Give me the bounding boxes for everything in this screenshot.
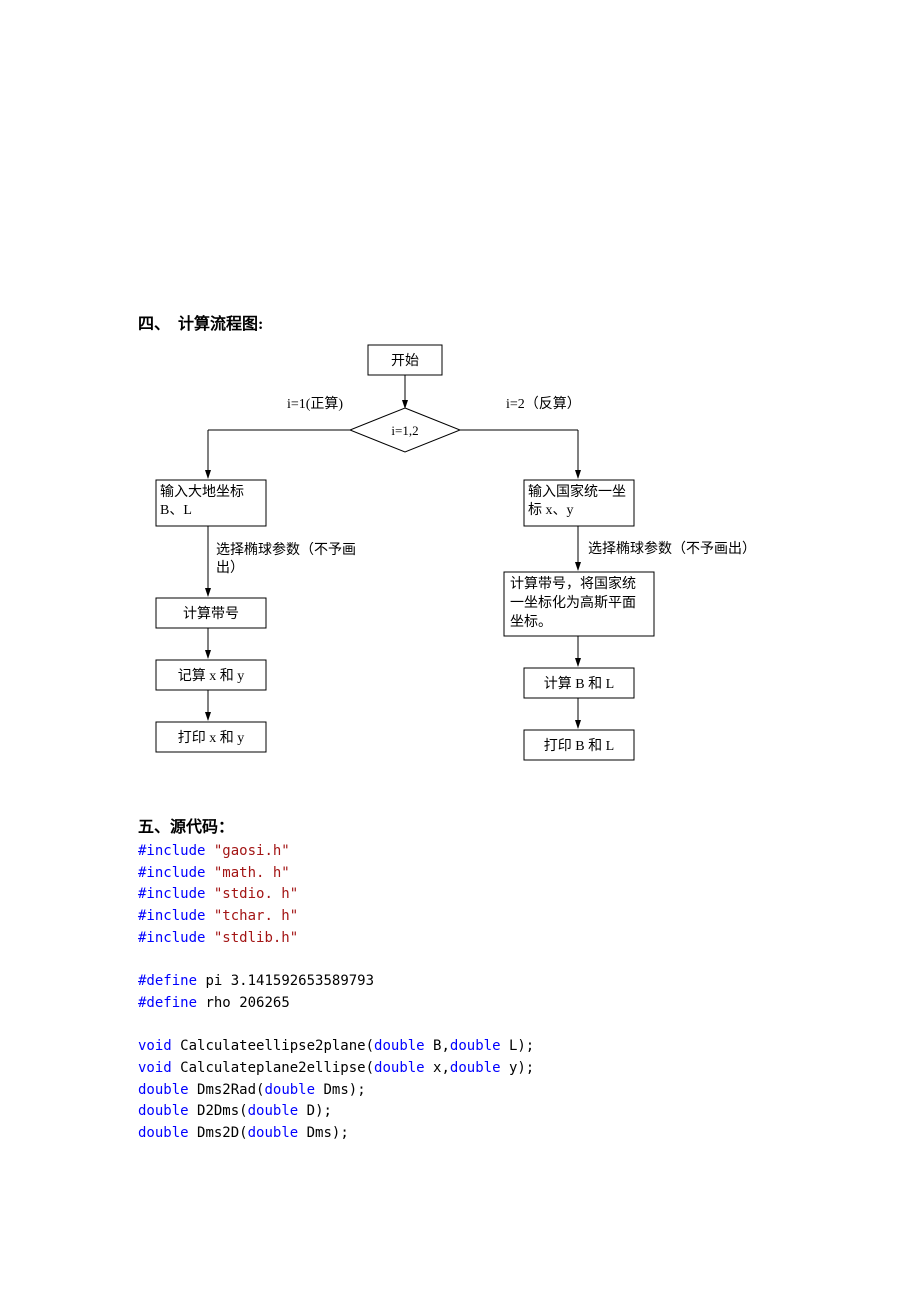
flow-branch-right-label: i=2（反算）: [506, 396, 581, 412]
fn2-p1: x: [433, 1060, 441, 1076]
type-double: double: [248, 1103, 299, 1119]
flow-right-input: 输入国家统一坐标 x、y: [528, 484, 630, 520]
type-void: void: [138, 1060, 172, 1076]
flow-right-param-note: 选择椭球参数（不予画出）: [588, 538, 808, 558]
type-double: double: [264, 1082, 315, 1098]
flow-right-normalize: 计算带号，将国家统一坐标化为高斯平面坐标。: [510, 576, 648, 633]
fn3-name: Dms2Rad: [197, 1082, 256, 1098]
type-void: void: [138, 1038, 172, 1054]
def2-name: rho: [205, 995, 230, 1011]
fn1-name: Calculateellipse2plane: [180, 1038, 365, 1054]
kw-include: #include: [138, 930, 205, 946]
flow-right-print: 打印 B 和 L: [544, 737, 614, 754]
def2-val: 206265: [239, 995, 290, 1011]
fn3-p1: Dms: [323, 1082, 348, 1098]
type-double: double: [138, 1103, 189, 1119]
type-double: double: [248, 1125, 299, 1141]
flowchart-svg: 开始 i=1,2 i=1(正算) i=2（反算） 输入大地坐标 B、L 选择椭球…: [138, 340, 818, 795]
kw-define: #define: [138, 995, 197, 1011]
flow-left-bandno: 计算带号: [183, 606, 239, 622]
type-double: double: [138, 1082, 189, 1098]
type-double: double: [450, 1060, 501, 1076]
fn5-p1: Dms: [307, 1125, 332, 1141]
fn4-p1: D: [307, 1103, 315, 1119]
fn2-p2: y: [509, 1060, 517, 1076]
str-inc3: "stdio. h": [214, 886, 298, 902]
flow-branch-left-label: i=1(正算): [287, 396, 343, 412]
flow-decision: i=1,2: [391, 423, 418, 438]
fn5-name: Dms2D: [197, 1125, 239, 1141]
fn1-p2: L: [509, 1038, 517, 1054]
flow-right-calc: 计算 B 和 L: [544, 676, 614, 692]
flow-left-input: 输入大地坐标 B、L: [160, 484, 262, 520]
flow-left-calc: 记算 x 和 y: [178, 668, 245, 684]
type-double: double: [374, 1060, 425, 1076]
fn4-name: D2Dms: [197, 1103, 239, 1119]
flow-left-print: 打印 x 和 y: [178, 729, 245, 746]
section5-heading: 五、源代码：: [138, 813, 782, 837]
kw-include: #include: [138, 886, 205, 902]
section4-heading: 四、 计算流程图:: [138, 310, 782, 334]
str-inc2: "math. h": [214, 865, 290, 881]
kw-include: #include: [138, 908, 205, 924]
kw-define: #define: [138, 973, 197, 989]
fn2-name: Calculateplane2ellipse: [180, 1060, 365, 1076]
flow-left-param-note: 选择椭球参数（不予画出）: [216, 542, 376, 578]
type-double: double: [450, 1038, 501, 1054]
def1-name: pi: [205, 973, 222, 989]
type-double: double: [374, 1038, 425, 1054]
str-inc5: "stdlib.h": [214, 930, 298, 946]
type-double: double: [138, 1125, 189, 1141]
kw-include: #include: [138, 843, 205, 859]
kw-include: #include: [138, 865, 205, 881]
fn1-p1: B: [433, 1038, 441, 1054]
def1-val: 3.141592653589793: [231, 973, 374, 989]
str-inc1: "gaosi.h": [214, 843, 290, 859]
flow-start: 开始: [391, 353, 419, 369]
source-code-block: #include "gaosi.h" #include "math. h" #i…: [138, 841, 782, 1145]
str-inc4: "tchar. h": [214, 908, 298, 924]
